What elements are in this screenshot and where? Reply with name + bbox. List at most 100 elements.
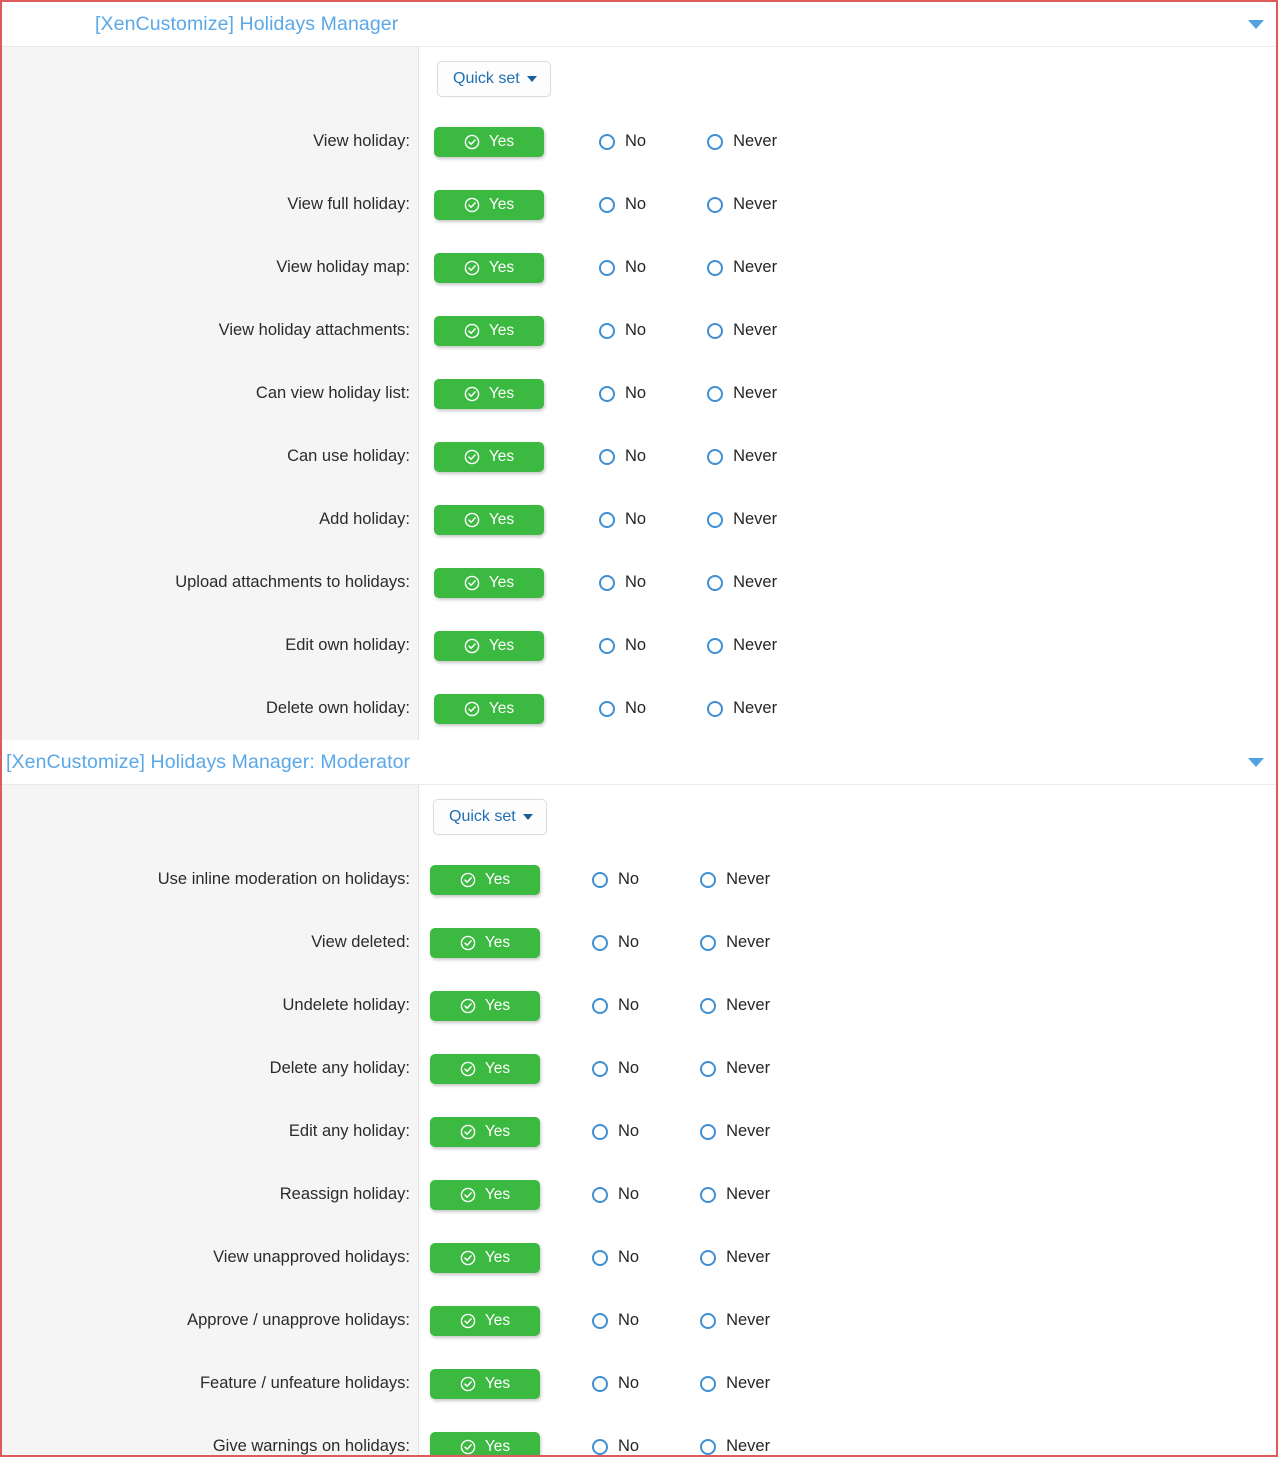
radio-circle-icon[interactable] — [707, 322, 724, 339]
yes-button[interactable]: Yes — [434, 189, 544, 220]
radio-circle-icon[interactable] — [707, 448, 724, 465]
never-radio-option[interactable]: Never — [700, 1311, 770, 1330]
never-radio-option[interactable]: Never — [707, 258, 777, 277]
never-radio-option[interactable]: Never — [707, 573, 777, 592]
caret-down-icon[interactable] — [1248, 757, 1264, 767]
radio-circle-icon[interactable] — [707, 700, 724, 717]
radio-circle-icon[interactable] — [707, 196, 724, 213]
radio-circle-icon[interactable] — [700, 1186, 717, 1203]
yes-button[interactable]: Yes — [430, 927, 540, 958]
no-radio-option[interactable]: No — [592, 870, 639, 889]
never-radio-option[interactable]: Never — [700, 1185, 770, 1204]
never-radio-option[interactable]: Never — [707, 132, 777, 151]
radio-circle-icon[interactable] — [700, 1123, 717, 1140]
no-radio-option[interactable]: No — [599, 699, 646, 718]
no-radio-option[interactable]: No — [599, 636, 646, 655]
yes-button[interactable]: Yes — [434, 315, 544, 346]
yes-button[interactable]: Yes — [434, 441, 544, 472]
radio-circle-icon[interactable] — [700, 997, 717, 1014]
radio-circle-icon[interactable] — [707, 133, 724, 150]
yes-button[interactable]: Yes — [430, 864, 540, 895]
never-radio-option[interactable]: Never — [707, 447, 777, 466]
caret-down-icon[interactable] — [1248, 19, 1264, 29]
radio-circle-icon[interactable] — [700, 871, 717, 888]
radio-circle-icon[interactable] — [592, 934, 608, 951]
no-radio-option[interactable]: No — [592, 1374, 639, 1393]
never-radio-option[interactable]: Never — [707, 636, 777, 655]
radio-circle-icon[interactable] — [592, 871, 608, 888]
radio-circle-icon[interactable] — [700, 1249, 717, 1266]
yes-button[interactable]: Yes — [434, 630, 544, 661]
radio-circle-icon[interactable] — [599, 637, 615, 654]
no-radio-option[interactable]: No — [592, 933, 639, 952]
never-radio-option[interactable]: Never — [707, 510, 777, 529]
yes-button[interactable]: Yes — [430, 1116, 540, 1147]
radio-circle-icon[interactable] — [599, 574, 615, 591]
never-radio-option[interactable]: Never — [700, 1059, 770, 1078]
yes-button[interactable]: Yes — [430, 1242, 540, 1273]
yes-button[interactable]: Yes — [434, 252, 544, 283]
radio-circle-icon[interactable] — [599, 322, 615, 339]
section-header-holidays-manager[interactable]: [XenCustomize] Holidays Manager — [2, 2, 1276, 47]
never-radio-option[interactable]: Never — [700, 1374, 770, 1393]
radio-circle-icon[interactable] — [592, 997, 608, 1014]
radio-circle-icon[interactable] — [599, 259, 615, 276]
no-radio-option[interactable]: No — [592, 1185, 639, 1204]
radio-circle-icon[interactable] — [592, 1060, 608, 1077]
yes-button[interactable]: Yes — [430, 1053, 540, 1084]
radio-circle-icon[interactable] — [707, 574, 724, 591]
radio-circle-icon[interactable] — [700, 1060, 717, 1077]
no-radio-option[interactable]: No — [592, 1248, 639, 1267]
radio-circle-icon[interactable] — [707, 637, 724, 654]
radio-circle-icon[interactable] — [599, 511, 615, 528]
never-radio-option[interactable]: Never — [700, 1248, 770, 1267]
no-radio-option[interactable]: No — [592, 1311, 639, 1330]
never-radio-option[interactable]: Never — [707, 321, 777, 340]
radio-circle-icon[interactable] — [707, 511, 724, 528]
no-radio-option[interactable]: No — [599, 573, 646, 592]
never-radio-option[interactable]: Never — [700, 1122, 770, 1141]
no-radio-option[interactable]: No — [599, 195, 646, 214]
no-radio-option[interactable]: No — [592, 1122, 639, 1141]
yes-button[interactable]: Yes — [430, 990, 540, 1021]
yes-button[interactable]: Yes — [434, 378, 544, 409]
radio-circle-icon[interactable] — [592, 1375, 608, 1392]
quick-set-button[interactable]: Quick set — [433, 798, 547, 835]
section-header-holidays-manager-moderator[interactable]: [XenCustomize] Holidays Manager: Moderat… — [2, 740, 1276, 785]
no-radio-option[interactable]: No — [592, 996, 639, 1015]
no-radio-option[interactable]: No — [599, 321, 646, 340]
never-radio-option[interactable]: Never — [700, 996, 770, 1015]
radio-circle-icon[interactable] — [599, 700, 615, 717]
yes-button[interactable]: Yes — [434, 693, 544, 724]
radio-circle-icon[interactable] — [599, 133, 615, 150]
radio-circle-icon[interactable] — [700, 1312, 717, 1329]
radio-circle-icon[interactable] — [592, 1438, 608, 1455]
no-radio-option[interactable]: No — [599, 132, 646, 151]
never-radio-option[interactable]: Never — [700, 870, 770, 889]
never-radio-option[interactable]: Never — [707, 195, 777, 214]
radio-circle-icon[interactable] — [700, 934, 717, 951]
radio-circle-icon[interactable] — [592, 1249, 608, 1266]
radio-circle-icon[interactable] — [707, 259, 724, 276]
never-radio-option[interactable]: Never — [700, 933, 770, 952]
yes-button[interactable]: Yes — [430, 1368, 540, 1399]
radio-circle-icon[interactable] — [592, 1123, 608, 1140]
radio-circle-icon[interactable] — [599, 448, 615, 465]
no-radio-option[interactable]: No — [592, 1059, 639, 1078]
no-radio-option[interactable]: No — [599, 384, 646, 403]
radio-circle-icon[interactable] — [700, 1375, 717, 1392]
never-radio-option[interactable]: Never — [700, 1437, 770, 1455]
radio-circle-icon[interactable] — [592, 1312, 608, 1329]
yes-button[interactable]: Yes — [434, 504, 544, 535]
yes-button[interactable]: Yes — [434, 567, 544, 598]
radio-circle-icon[interactable] — [599, 196, 615, 213]
yes-button[interactable]: Yes — [434, 126, 544, 157]
no-radio-option[interactable]: No — [599, 447, 646, 466]
no-radio-option[interactable]: No — [599, 258, 646, 277]
quick-set-button[interactable]: Quick set — [437, 60, 551, 97]
radio-circle-icon[interactable] — [700, 1438, 717, 1455]
yes-button[interactable]: Yes — [430, 1431, 540, 1455]
never-radio-option[interactable]: Never — [707, 699, 777, 718]
yes-button[interactable]: Yes — [430, 1179, 540, 1210]
no-radio-option[interactable]: No — [599, 510, 646, 529]
